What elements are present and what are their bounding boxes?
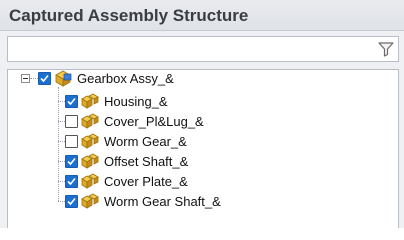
filter-input[interactable]	[11, 39, 375, 61]
tree-connector	[58, 87, 59, 201]
tree-item-label: Housing_&	[104, 93, 168, 109]
tree-item-offset-shaft[interactable]: Offset Shaft_&	[65, 151, 188, 171]
collapse-toggle[interactable]	[21, 74, 30, 83]
tree-item-label: Cover_Pl&Lug_&	[104, 113, 204, 129]
item-checkbox[interactable]	[65, 114, 78, 128]
item-checkbox[interactable]	[65, 134, 78, 148]
tree-item-label: Worm Gear_&	[104, 133, 187, 149]
tree-item-label: Offset Shaft_&	[104, 153, 189, 169]
tree-item-label: Cover Plate_&	[104, 173, 188, 189]
tree-item-worm-gear-shaft[interactable]: Worm Gear Shaft_&	[65, 191, 221, 211]
tree-connector	[58, 161, 65, 162]
assembly-icon	[55, 70, 72, 87]
item-checkbox[interactable]	[65, 154, 78, 168]
root-checkbox[interactable]	[38, 71, 51, 85]
tree-connector	[30, 78, 38, 79]
tree-item-cover-pl-lug[interactable]: Cover_Pl&Lug_&	[65, 111, 204, 131]
part-icon	[81, 133, 99, 149]
part-icon	[81, 93, 99, 109]
panel-body: Gearbox Assy_& Housing_& Cover_Pl&Lug_& …	[0, 31, 404, 228]
tree-connector	[58, 181, 65, 182]
filter-box	[7, 36, 399, 62]
tree-connector	[58, 121, 65, 122]
part-icon	[81, 153, 99, 169]
filter-funnel-icon[interactable]	[378, 41, 394, 57]
part-icon	[81, 173, 99, 189]
panel-header: Captured Assembly Structure	[0, 0, 404, 31]
part-icon	[81, 113, 99, 129]
tree-connector	[58, 101, 65, 102]
item-checkbox[interactable]	[65, 194, 78, 208]
tree-connector	[58, 141, 65, 142]
part-icon	[81, 193, 99, 209]
tree-item-cover-plate[interactable]: Cover Plate_&	[65, 171, 188, 191]
tree-root-row[interactable]: Gearbox Assy_&	[38, 68, 174, 88]
tree-connector	[58, 201, 65, 202]
assembly-tree: Gearbox Assy_& Housing_& Cover_Pl&Lug_& …	[7, 69, 399, 228]
tree-root-label: Gearbox Assy_&	[77, 70, 174, 86]
item-checkbox[interactable]	[65, 174, 78, 188]
panel-title: Captured Assembly Structure	[9, 6, 249, 25]
tree-item-label: Worm Gear Shaft_&	[104, 193, 221, 209]
tree-item-worm-gear[interactable]: Worm Gear_&	[65, 131, 187, 151]
tree-item-housing[interactable]: Housing_&	[65, 91, 168, 111]
item-checkbox[interactable]	[65, 94, 78, 108]
